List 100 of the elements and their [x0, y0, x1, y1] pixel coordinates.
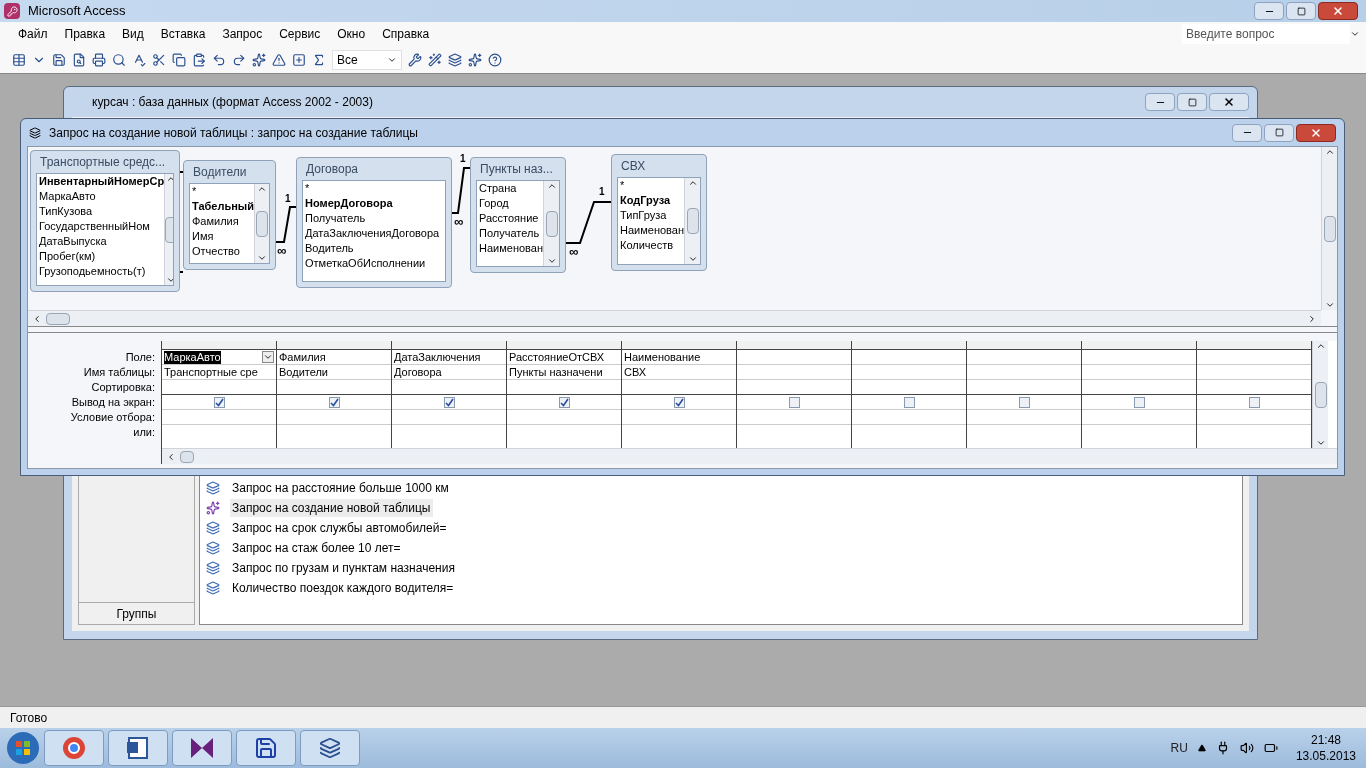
windows-icon[interactable] [300, 730, 360, 766]
table-box[interactable]: СВХ * КодГруза ТипГруза Наименован Количеств [611, 154, 707, 271]
table-box[interactable]: Водители * Табельный Фамилия Имя Отчество [183, 160, 276, 270]
paste-icon[interactable] [192, 52, 206, 67]
scroll-up-icon[interactable] [257, 184, 267, 194]
relationship-line[interactable] [566, 201, 611, 244]
field-cell[interactable]: Фамилия [277, 350, 391, 365]
field-name[interactable]: * [305, 181, 445, 196]
menu-item[interactable]: Файл [10, 24, 56, 44]
language-indicator[interactable]: RU [1170, 739, 1188, 757]
query-item[interactable]: Количество поездок каждого водителя= [230, 579, 456, 597]
field-name[interactable]: Получатель [479, 226, 543, 241]
cut-icon[interactable] [152, 52, 166, 67]
field-cell[interactable]: РасстояниеОтСВХ [507, 350, 621, 365]
scroll-right-icon[interactable] [1307, 313, 1317, 324]
help-search-field[interactable]: Введите вопрос [1182, 24, 1350, 44]
scroll-up-icon[interactable] [1315, 341, 1326, 351]
field-name[interactable]: Город [479, 196, 543, 211]
maximize-button[interactable] [1286, 2, 1316, 20]
properties-icon[interactable] [408, 52, 422, 67]
menu-item[interactable]: Запрос [214, 24, 271, 44]
scroll-down-icon[interactable] [1324, 300, 1335, 310]
scroll-thumb[interactable] [256, 210, 268, 237]
document-icon[interactable] [108, 730, 168, 766]
query-item[interactable]: Запрос по грузам и пунктам назначения [230, 559, 457, 577]
menu-item[interactable]: Сервис [271, 24, 329, 44]
menu-item[interactable]: Окно [329, 24, 374, 44]
scroll-up-icon[interactable] [546, 181, 557, 191]
field-name[interactable]: НомерДоговора [305, 196, 445, 211]
scroll-down-icon[interactable] [257, 253, 267, 263]
run-icon[interactable] [272, 52, 286, 67]
field-name[interactable]: ТипКузова [39, 204, 165, 219]
magnifier-icon[interactable] [112, 52, 126, 67]
menu-item[interactable]: Вставка [152, 24, 214, 44]
scroll-thumb[interactable] [1323, 215, 1336, 242]
field-name[interactable]: ДатаВыпуска [39, 234, 165, 249]
field-name[interactable]: * [620, 178, 684, 193]
show-hidden-icon[interactable] [1197, 744, 1206, 752]
clock-date[interactable]: 13.05.2013 [1295, 748, 1356, 764]
field-name[interactable]: Наименован [620, 223, 684, 238]
battery-icon[interactable] [1263, 741, 1278, 755]
field-name[interactable]: Страна [479, 181, 543, 196]
scroll-down-icon[interactable] [166, 275, 173, 285]
table-box[interactable]: Транспортные средс... ИнвентарныйНомерСр МаркаАвто ТипКузова ГосударственныйНом ДатаВыпуска Пробег(км) Грузоподьемность(т) [30, 150, 180, 292]
relationship-line[interactable] [452, 167, 470, 214]
field-name[interactable]: Водитель [305, 241, 445, 256]
field-name[interactable]: Имя [192, 229, 255, 244]
query-type-icon[interactable] [252, 52, 266, 67]
show-checkbox[interactable] [1248, 396, 1260, 408]
close-button[interactable] [1318, 2, 1358, 20]
query-item[interactable]: Запрос на стаж более 10 лет= [230, 539, 403, 557]
field-name[interactable]: Расстояние [479, 211, 543, 226]
show-checkbox[interactable] [673, 396, 685, 408]
table-icon[interactable] [12, 52, 26, 67]
printer-icon[interactable] [92, 52, 106, 67]
scroll-up-icon[interactable] [166, 174, 173, 184]
filter-combo[interactable]: Все [332, 49, 402, 70]
field-cell[interactable]: Наименование [622, 350, 736, 365]
show-checkbox[interactable] [903, 396, 915, 408]
query-item[interactable]: Запрос на расстояние больше 1000 км [230, 479, 451, 497]
volume-icon[interactable] [1239, 741, 1254, 755]
show-checkbox[interactable] [788, 396, 800, 408]
field-name[interactable]: МаркаАвто [39, 189, 165, 204]
close-button[interactable] [1296, 123, 1336, 142]
add-table-icon[interactable] [292, 52, 306, 67]
search-icon[interactable] [72, 52, 86, 67]
dropdown-icon[interactable] [262, 351, 274, 363]
relationship-line[interactable] [276, 206, 296, 243]
field-name[interactable]: ИнвентарныйНомерСр [39, 174, 165, 189]
show-checkbox[interactable] [443, 396, 455, 408]
field-name[interactable]: ДатаЗаключенияДоговора [305, 226, 445, 241]
field-name[interactable]: Количеств [620, 238, 684, 253]
browser-icon[interactable] [44, 730, 104, 766]
close-button[interactable] [1209, 93, 1249, 111]
groups-button[interactable]: Группы [79, 602, 194, 624]
show-checkbox[interactable] [558, 396, 570, 408]
start-orb-icon[interactable] [6, 731, 40, 765]
menu-item[interactable]: Вид [114, 24, 152, 44]
field-name[interactable]: Фамилия [192, 214, 255, 229]
show-checkbox[interactable] [1133, 396, 1145, 408]
field-name[interactable]: КодГруза [620, 193, 684, 208]
new-object-icon[interactable] [468, 52, 482, 67]
bowtie-icon[interactable] [172, 730, 232, 766]
scroll-down-icon[interactable] [546, 256, 557, 266]
field-name[interactable]: ОтметкаОбИсполнении [305, 256, 445, 271]
field-name[interactable]: Грузоподьемность(т) [39, 264, 165, 279]
show-checkbox[interactable] [1018, 396, 1030, 408]
scroll-down-icon[interactable] [687, 254, 698, 264]
table-box[interactable]: Пункты наз... Страна Город Расстояние Получатель Наименован [470, 157, 566, 273]
redo-icon[interactable] [232, 52, 246, 67]
save-icon[interactable] [52, 52, 66, 67]
field-name[interactable]: ТипГруза [620, 208, 684, 223]
dropdown-icon[interactable] [1350, 29, 1360, 39]
undo-icon[interactable] [212, 52, 226, 67]
clock-time[interactable]: 21:48 [1310, 732, 1341, 748]
scroll-up-icon[interactable] [1324, 147, 1335, 157]
scroll-left-icon[interactable] [32, 313, 42, 324]
scroll-thumb[interactable] [1314, 381, 1327, 408]
field-name[interactable]: Табельный [192, 199, 255, 214]
field-name[interactable]: ГосударственныйНом [39, 219, 165, 234]
